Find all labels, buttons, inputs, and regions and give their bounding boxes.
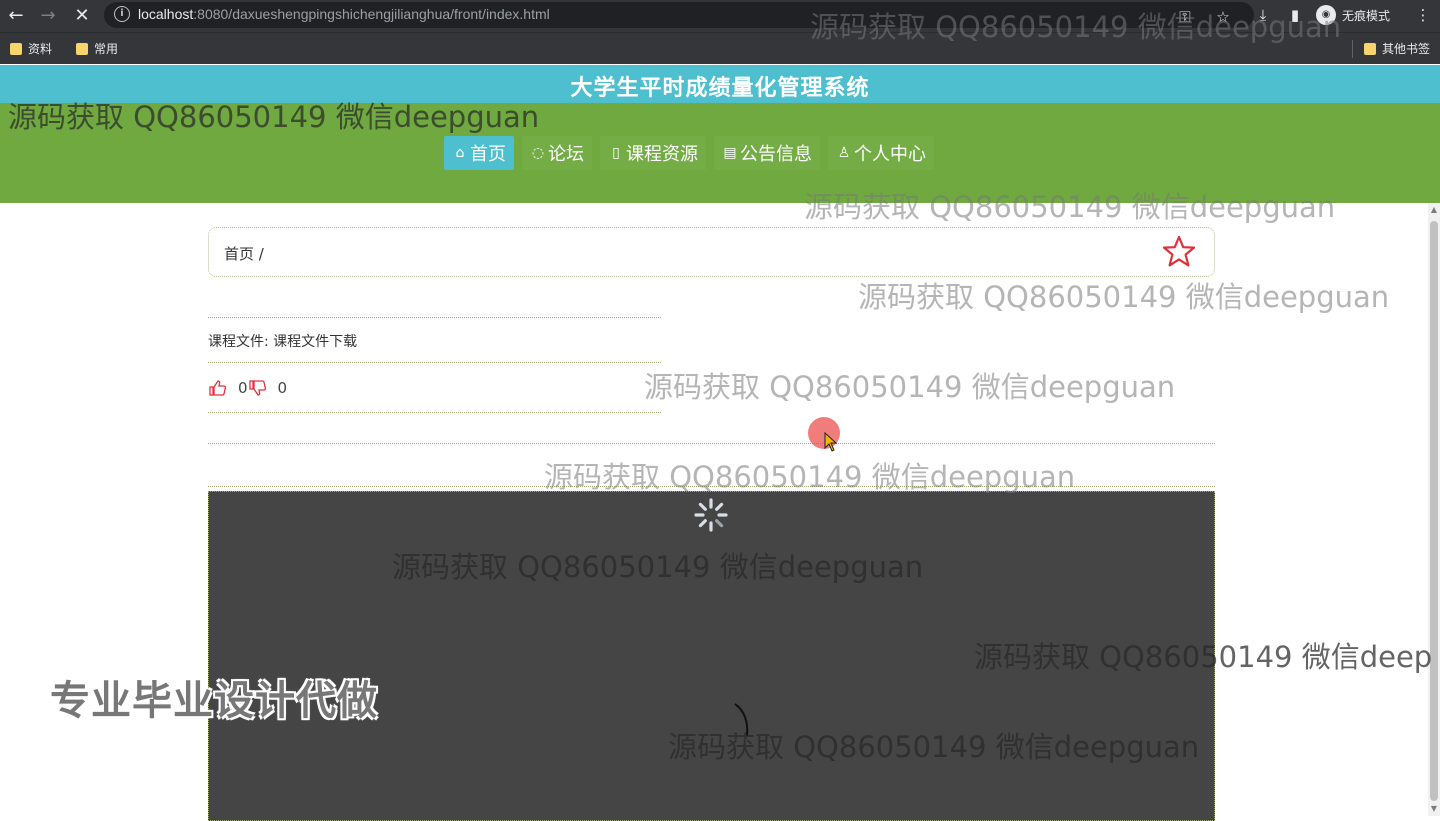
- vote-row: 0 0: [208, 376, 287, 400]
- bookmark-folder-changyong[interactable]: 常用: [76, 40, 118, 57]
- other-bookmarks[interactable]: 其他书签: [1364, 40, 1430, 57]
- url-text[interactable]: localhost:8080/daxueshengpingshichengjil…: [138, 6, 550, 22]
- home-icon: ⌂: [455, 145, 465, 161]
- promo-banner-text: 专业毕业设计代做: [50, 678, 378, 724]
- dislike-count: 0: [277, 379, 288, 397]
- favorite-star-icon[interactable]: [1161, 234, 1197, 270]
- user-icon: ♙: [837, 145, 851, 161]
- mouse-cursor-icon: [824, 432, 838, 452]
- watermark-text: 源码获取 QQ86050149 微信deepguan: [810, 10, 1342, 44]
- divider: [208, 362, 661, 363]
- page-scrollbar[interactable]: ▲ ▼: [1428, 203, 1440, 816]
- nav-item-course-resources[interactable]: ▯ 课程资源: [600, 136, 706, 170]
- divider: [208, 443, 1215, 444]
- thumbs-down-icon[interactable]: [248, 378, 268, 398]
- announcement-icon: ▤: [723, 145, 737, 161]
- nav-item-announcements[interactable]: ▤ 公告信息: [714, 136, 820, 170]
- document-icon: ▯: [612, 145, 620, 161]
- breadcrumb-home[interactable]: 首页 /: [224, 243, 264, 264]
- loading-spinner-icon: [694, 498, 728, 532]
- course-file-link[interactable]: 课程文件: 课程文件下载: [208, 331, 357, 351]
- bookmark-separator: [1352, 40, 1353, 58]
- folder-icon: [1364, 42, 1376, 55]
- stop-loading-icon[interactable]: ✕: [70, 4, 94, 28]
- nav-item-home[interactable]: ⌂ 首页: [444, 136, 514, 170]
- watermark-text: 源码获取 QQ86050149 微信deepguan: [804, 190, 1336, 224]
- scroll-thumb[interactable]: [1430, 221, 1438, 801]
- bookmark-folder-ziliao[interactable]: 资料: [10, 40, 52, 57]
- like-count: 0: [238, 379, 248, 397]
- thumbs-up-icon[interactable]: [208, 378, 228, 398]
- back-icon[interactable]: ←: [4, 4, 28, 28]
- site-info-icon[interactable]: i: [114, 6, 130, 22]
- scroll-up-icon[interactable]: ▲: [1430, 206, 1438, 214]
- nav-item-personal-center[interactable]: ♙ 个人中心: [828, 136, 934, 170]
- watermark-text: 源码获取 QQ86050149 微信deepguan: [8, 100, 540, 134]
- watermark-text: 源码获取 QQ86050149 微信deepguan: [544, 460, 1076, 494]
- divider: [208, 412, 661, 413]
- scroll-down-icon[interactable]: ▼: [1430, 805, 1438, 813]
- folder-icon: [76, 42, 88, 55]
- watermark-text: 源码获取 QQ86050149 微信deepguan: [858, 280, 1390, 314]
- forward-icon[interactable]: →: [36, 4, 60, 28]
- watermark-text: 源码获取 QQ86050149 微信deepguan: [668, 730, 1200, 764]
- nav-item-forum[interactable]: ◌ 论坛: [522, 136, 592, 170]
- watermark-text: 源码获取 QQ86050149 微信deep: [974, 640, 1433, 674]
- watermark-text: 源码获取 QQ86050149 微信deepguan: [644, 370, 1176, 404]
- folder-icon: [10, 42, 22, 55]
- breadcrumb: 首页 /: [208, 227, 1215, 277]
- watermark-text: 源码获取 QQ86050149 微信deepguan: [392, 550, 924, 584]
- nav-menu: ⌂ 首页 ◌ 论坛 ▯ 课程资源 ▤ 公告信息 ♙ 个人中心: [444, 136, 934, 172]
- forum-icon: ◌: [531, 145, 545, 161]
- divider: [208, 317, 661, 318]
- menu-kebab-icon[interactable]: ⋮: [1412, 4, 1434, 26]
